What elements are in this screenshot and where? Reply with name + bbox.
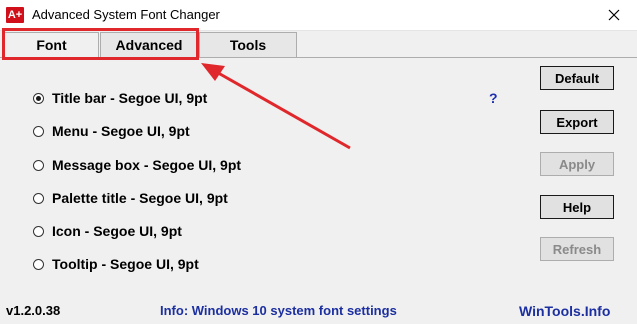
- option-tooltip[interactable]: Tooltip - Segoe UI, 9pt: [33, 254, 199, 274]
- default-button[interactable]: Default: [540, 66, 614, 90]
- option-menu[interactable]: Menu - Segoe UI, 9pt: [33, 121, 190, 141]
- export-button[interactable]: Export: [540, 110, 614, 134]
- radio-button[interactable]: [33, 125, 44, 137]
- option-title-bar[interactable]: Title bar - Segoe UI, 9pt: [33, 88, 207, 108]
- version-label: v1.2.0.38: [6, 303, 61, 318]
- option-label: Menu - Segoe UI, 9pt: [52, 123, 190, 139]
- option-icon[interactable]: Icon - Segoe UI, 9pt: [33, 221, 182, 241]
- option-palette-title[interactable]: Palette title - Segoe UI, 9pt: [33, 188, 228, 208]
- radio-button[interactable]: [33, 192, 44, 204]
- apply-button[interactable]: Apply: [540, 152, 614, 176]
- website-link[interactable]: WinTools.Info: [519, 303, 610, 319]
- radio-button[interactable]: [33, 258, 44, 270]
- option-label: Message box - Segoe UI, 9pt: [52, 157, 242, 173]
- radio-button[interactable]: [33, 92, 44, 104]
- option-label: Icon - Segoe UI, 9pt: [52, 223, 182, 239]
- radio-button[interactable]: [33, 225, 44, 237]
- help-question-link[interactable]: ?: [489, 90, 498, 106]
- radio-button[interactable]: [33, 159, 44, 171]
- help-button[interactable]: Help: [540, 195, 614, 219]
- option-label: Title bar - Segoe UI, 9pt: [52, 90, 208, 106]
- option-label: Tooltip - Segoe UI, 9pt: [52, 256, 199, 272]
- refresh-button[interactable]: Refresh: [540, 237, 614, 261]
- option-label: Palette title - Segoe UI, 9pt: [52, 190, 228, 206]
- option-message-box[interactable]: Message box - Segoe UI, 9pt: [33, 155, 241, 175]
- info-link[interactable]: Info: Windows 10 system font settings: [160, 303, 397, 318]
